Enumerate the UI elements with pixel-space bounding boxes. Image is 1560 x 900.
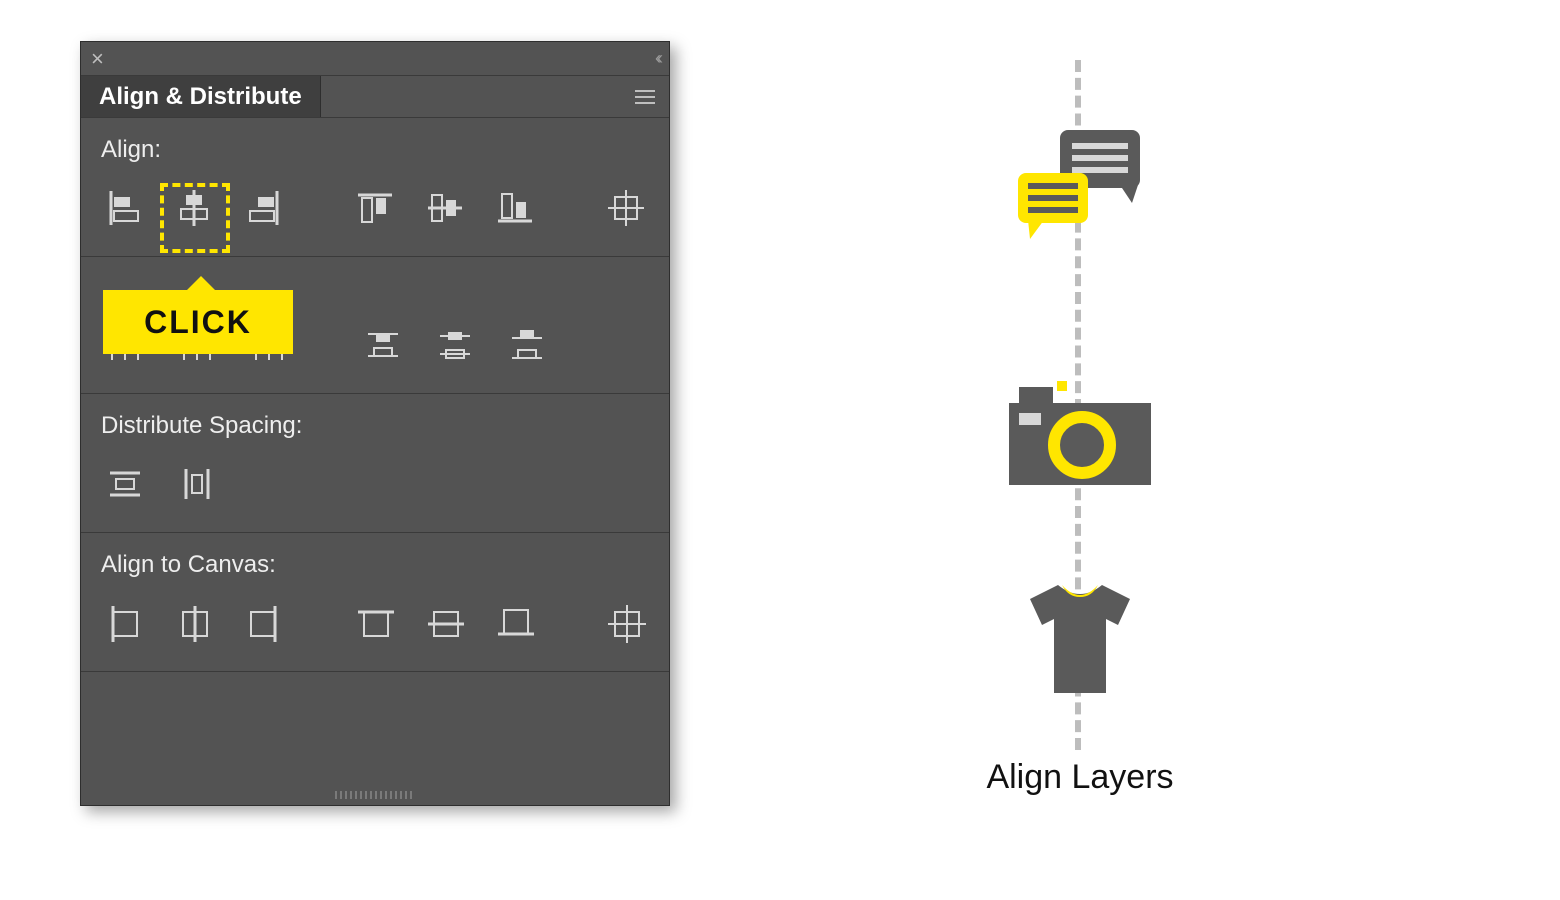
- align-bottom-icon[interactable]: [492, 184, 538, 232]
- distribute-vertical-spacing-icon[interactable]: [101, 460, 149, 508]
- align-right-icon[interactable]: [241, 184, 287, 232]
- canvas-left-icon[interactable]: [101, 599, 147, 647]
- section-align: Align:: [81, 118, 669, 257]
- panel-titlebar: × ‹‹: [81, 42, 669, 76]
- click-callout: CLICK: [103, 290, 293, 354]
- distribute-top-icon[interactable]: [359, 321, 407, 369]
- canvas-center-both-icon[interactable]: [603, 599, 649, 647]
- resize-grip-icon[interactable]: [335, 791, 415, 799]
- align-left-icon[interactable]: [101, 184, 147, 232]
- distribute-vcenter-icon[interactable]: [431, 321, 479, 369]
- align-center-both-icon[interactable]: [603, 184, 649, 232]
- section-distribute-spacing: Distribute Spacing:: [81, 394, 669, 533]
- tab-label: Align & Distribute: [99, 83, 302, 111]
- canvas-right-icon[interactable]: [241, 599, 287, 647]
- tshirt-icon: [1010, 575, 1150, 710]
- canvas-top-icon[interactable]: [352, 599, 398, 647]
- align-layers-illustration: Align Layers: [870, 40, 1290, 860]
- tab-row: Align & Distribute: [81, 76, 669, 118]
- align-distribute-panel: × ‹‹ Align & Distribute Align:: [80, 41, 670, 806]
- canvas-hcenter-icon[interactable]: [171, 599, 217, 647]
- tab-spacer: [321, 76, 669, 117]
- align-icon-row: [101, 184, 649, 232]
- canvas-bottom-icon[interactable]: [492, 599, 538, 647]
- canvas-vcenter-icon[interactable]: [422, 599, 468, 647]
- align-label: Align:: [101, 136, 649, 164]
- align-vertical-center-icon[interactable]: [422, 184, 468, 232]
- click-callout-label: CLICK: [144, 304, 252, 341]
- align-horizontal-center-icon[interactable]: [171, 184, 217, 232]
- illustration-caption: Align Layers: [870, 758, 1290, 797]
- section-align-canvas: Align to Canvas:: [81, 533, 669, 672]
- distribute-spacing-label: Distribute Spacing:: [101, 412, 649, 440]
- close-icon[interactable]: ×: [91, 48, 104, 70]
- panel-menu-icon[interactable]: [635, 90, 655, 104]
- distribute-horizontal-spacing-icon[interactable]: [173, 460, 221, 508]
- tab-align-distribute[interactable]: Align & Distribute: [81, 76, 321, 117]
- collapse-icon[interactable]: ‹‹: [655, 48, 659, 69]
- distribute-bottom-icon[interactable]: [503, 321, 551, 369]
- align-canvas-label: Align to Canvas:: [101, 551, 649, 579]
- chat-icon: [1010, 125, 1150, 260]
- camera-icon: [1005, 375, 1155, 500]
- align-top-icon[interactable]: [352, 184, 398, 232]
